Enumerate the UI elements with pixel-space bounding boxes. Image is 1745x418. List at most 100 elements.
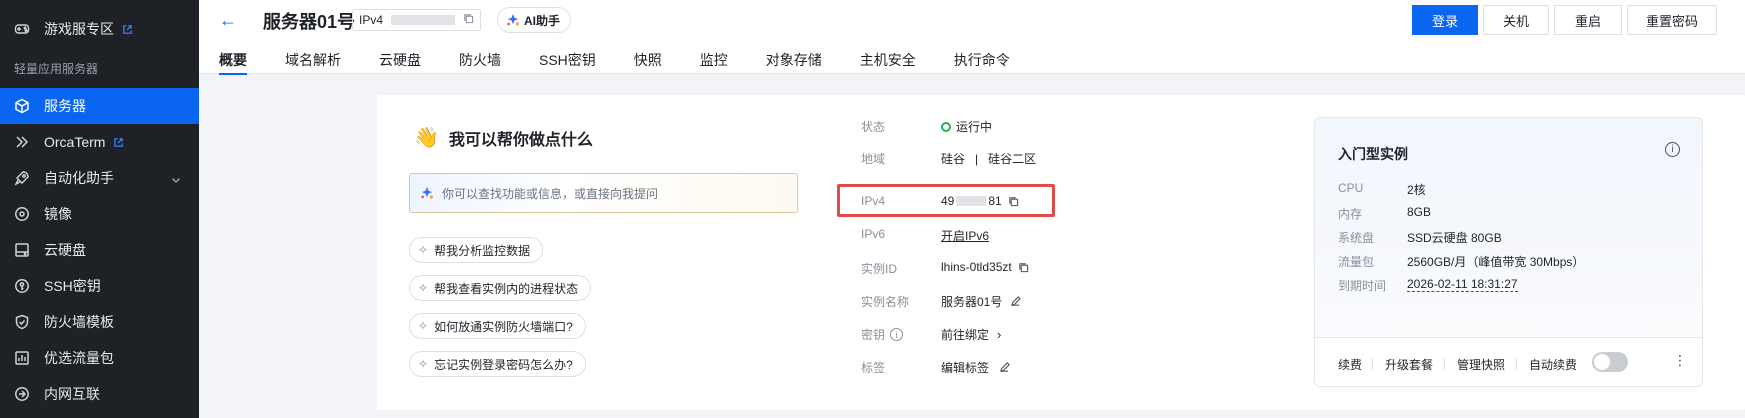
renew-link[interactable]: 续费: [1338, 356, 1362, 373]
key-label-text: 密钥: [861, 328, 886, 342]
sidebar-item-ssh-key[interactable]: SSH密钥: [0, 268, 199, 304]
ai-assistant-button[interactable]: AI助手: [497, 7, 572, 33]
instance-id-value: lhins-0tld35zt: [941, 260, 1029, 274]
sparkle-icon: ✧: [418, 281, 429, 295]
overview-card: 👋 我可以帮你做点什么 你可以查找功能或信息，或直接向我提问 ✧ 帮我分析监控数据…: [377, 95, 1745, 410]
region-value: 硅谷 | 硅谷二区: [941, 151, 1037, 167]
instance-id-label: 实例ID: [861, 262, 898, 276]
sidebar-item-label: 内网互联: [44, 386, 100, 402]
sidebar-item-intranet[interactable]: 内网互联: [0, 376, 199, 412]
auto-renew-toggle[interactable]: [1592, 352, 1628, 372]
status-value: 运行中: [941, 118, 992, 135]
tab-firewall[interactable]: 防火墙: [459, 50, 501, 74]
copy-icon[interactable]: [1018, 262, 1029, 273]
key-label: 密钥 i: [861, 326, 904, 343]
gamepad-icon: [14, 21, 30, 37]
suggestion-text: 帮我分析监控数据: [434, 243, 531, 258]
edit-tag-text: 编辑标签: [941, 361, 990, 375]
sidebar-item-image[interactable]: 镜像: [0, 196, 199, 232]
tag-label: 标签: [861, 361, 886, 375]
ai-assistant-label: AI助手: [524, 13, 561, 28]
ask-input[interactable]: 你可以查找功能或信息，或直接向我提问: [409, 173, 798, 213]
sidebar-item-game-zone[interactable]: 游戏服专区: [0, 11, 199, 47]
back-arrow-icon[interactable]: ←: [219, 10, 237, 31]
tab-host-security[interactable]: 主机安全: [860, 50, 916, 74]
more-options-icon[interactable]: ⋮: [1673, 352, 1687, 369]
shutdown-button[interactable]: 关机: [1483, 5, 1549, 35]
tab-run-command[interactable]: 执行命令: [954, 50, 1010, 74]
ipv6-label: IPv6: [861, 227, 886, 241]
bind-key-link[interactable]: 前往绑定 ›: [941, 326, 1001, 343]
reboot-button[interactable]: 重启: [1554, 5, 1622, 35]
ipv4-masked: [956, 196, 987, 206]
package-icon: [14, 350, 30, 366]
spec-value: 2560GB/月（峰值带宽 30Mbps）: [1407, 255, 1585, 269]
chevron-right-icon: ›: [997, 327, 1002, 342]
sidebar-item-label: 服务器: [44, 98, 86, 114]
sparkle-icon: ✧: [418, 357, 429, 371]
ip-chip: IPv4: [352, 9, 482, 31]
spec-value: 8GB: [1407, 205, 1432, 219]
enable-ipv6-link[interactable]: 开启IPv6: [941, 227, 989, 244]
info-icon[interactable]: i: [890, 328, 904, 341]
manage-snapshot-link[interactable]: 管理快照: [1457, 356, 1505, 373]
disk-icon: [14, 242, 30, 258]
disc-icon: [14, 206, 30, 222]
external-link-icon: [122, 24, 133, 35]
ipv4-prefix: 49: [941, 194, 955, 208]
tab-ssh-key[interactable]: SSH密钥: [539, 50, 596, 74]
copy-icon[interactable]: [463, 13, 474, 27]
spec-value: SSD云硬盘 80GB: [1407, 231, 1502, 245]
spec-label: 系统盘: [1338, 231, 1375, 245]
key-icon: [14, 278, 30, 294]
tab-snapshot[interactable]: 快照: [634, 50, 662, 74]
page-title: 服务器01号: [263, 12, 356, 32]
tab-cloud-disk[interactable]: 云硬盘: [379, 50, 421, 74]
suggestion-chip[interactable]: ✧ 如何放通实例防火墙端口?: [409, 313, 586, 339]
suggestion-text: 忘记实例登录密码怎么办?: [434, 357, 573, 372]
bind-key-text: 前往绑定: [941, 328, 990, 342]
chevron-down-icon: [171, 172, 181, 188]
spec-value: 2核: [1407, 183, 1426, 197]
suggestion-chip[interactable]: ✧ 忘记实例登录密码怎么办?: [409, 351, 586, 377]
spec-label: 内存: [1338, 207, 1363, 221]
tab-overview[interactable]: 概要: [219, 50, 247, 75]
sidebar-item-automation[interactable]: 自动化助手: [0, 160, 199, 196]
edit-pencil-icon[interactable]: [1010, 296, 1022, 307]
login-button[interactable]: 登录: [1412, 5, 1478, 35]
copy-icon[interactable]: [1008, 196, 1019, 207]
tab-monitor[interactable]: 监控: [700, 50, 728, 74]
edit-tag-link[interactable]: 编辑标签: [941, 359, 1010, 376]
sidebar-item-orcaterm[interactable]: OrcaTerm: [0, 124, 199, 160]
spec-label: CPU: [1338, 181, 1364, 195]
ipv4-label: IPv4: [861, 194, 886, 208]
ipv4-suffix: 81: [988, 194, 1002, 208]
suggestion-chip[interactable]: ✧ 帮我分析监控数据: [409, 237, 544, 263]
expiry-value: 2026-02-11 18:31:27: [1407, 277, 1518, 292]
sidebar-item-label: 优选流量包: [44, 350, 114, 366]
tab-dns[interactable]: 域名解析: [285, 50, 341, 74]
instance-name-text: 服务器01号: [941, 295, 1003, 309]
tab-bar: 概要 域名解析 云硬盘 防火墙 SSH密钥 快照 监控 对象存储 主机安全 执行…: [219, 50, 1048, 75]
divider: [1444, 358, 1445, 370]
ai-sparkle-icon: [507, 13, 519, 26]
info-icon[interactable]: i: [1665, 142, 1680, 157]
divider: [1516, 358, 1517, 370]
divider: [1372, 358, 1373, 370]
sidebar-item-label: 防火墙模板: [44, 314, 114, 330]
instance-panel: 入门型实例 i CPU 2核 内存 8GB 系统盘 SSD云硬盘 80GB 流量…: [1314, 117, 1703, 387]
zone-text: 硅谷二区: [988, 152, 1037, 166]
helper-title-text: 我可以帮你做点什么: [448, 131, 593, 149]
sidebar-item-cloud-disk[interactable]: 云硬盘: [0, 232, 199, 268]
sidebar-item-firewall-template[interactable]: 防火墙模板: [0, 304, 199, 340]
sidebar: 游戏服专区 轻量应用服务器 服务器 OrcaTerm 自动化助手 镜像 云硬盘 …: [0, 0, 199, 418]
upgrade-plan-link[interactable]: 升级套餐: [1385, 356, 1433, 373]
status-text: 运行中: [956, 120, 993, 134]
sidebar-item-traffic-package[interactable]: 优选流量包: [0, 340, 199, 376]
reset-password-button[interactable]: 重置密码: [1627, 5, 1717, 35]
sidebar-item-server[interactable]: 服务器: [0, 88, 199, 124]
network-icon: [14, 386, 30, 402]
tab-object-storage[interactable]: 对象存储: [766, 50, 822, 74]
spec-label: 流量包: [1338, 255, 1375, 269]
suggestion-chip[interactable]: ✧ 帮我查看实例内的进程状态: [409, 275, 592, 301]
